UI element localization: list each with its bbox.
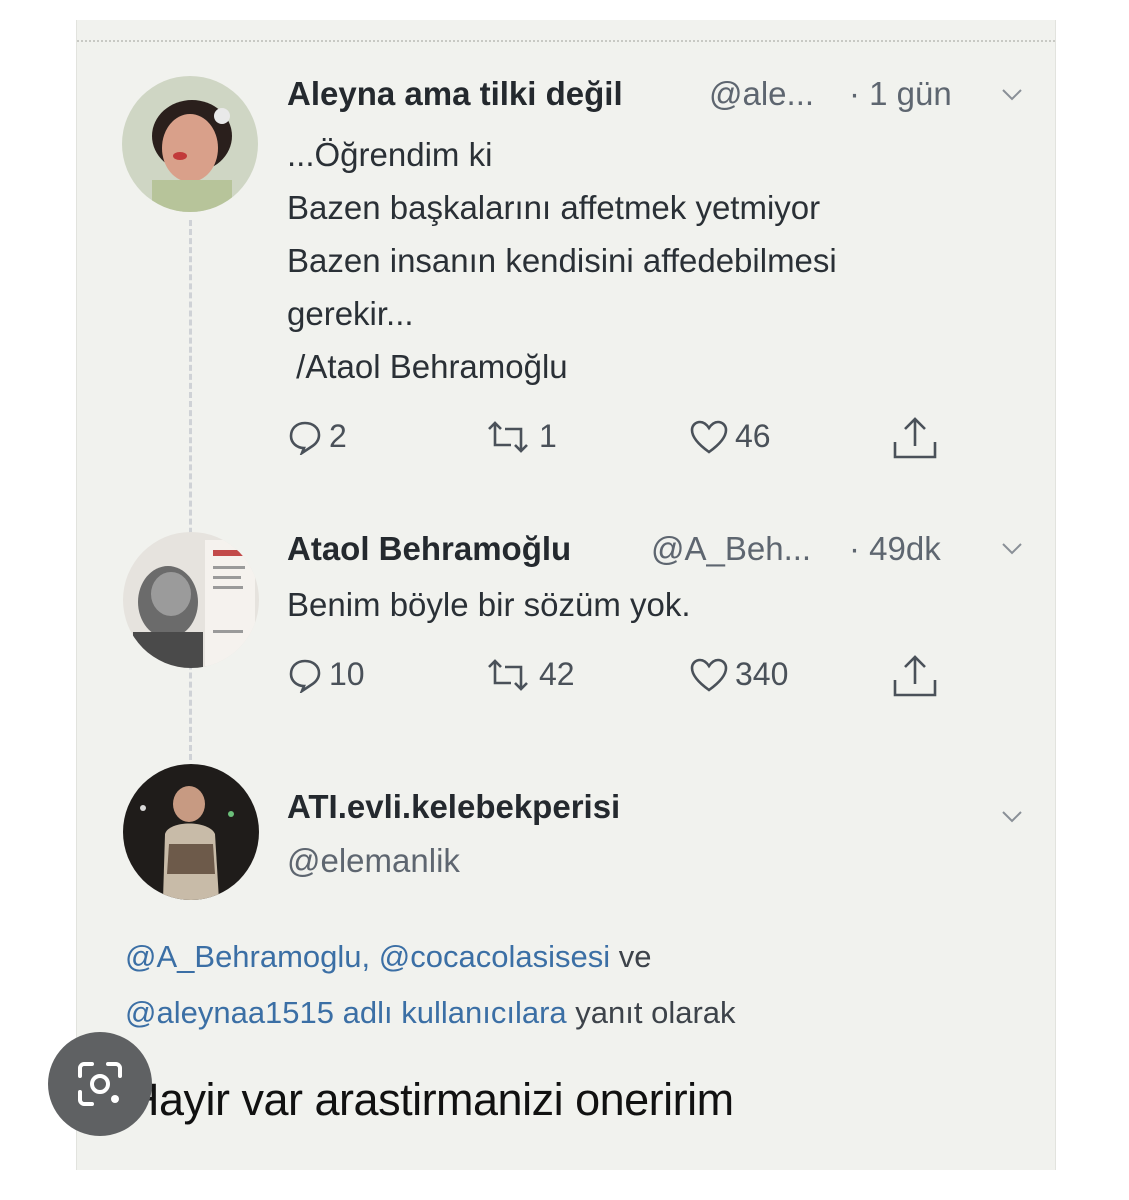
timestamp[interactable]: · 1 gün	[849, 75, 952, 113]
display-name[interactable]: Aleyna ama tilki değil	[287, 75, 623, 113]
retweet-icon	[488, 420, 528, 453]
share-icon[interactable]	[889, 654, 941, 700]
tweet-line: Bazen başkalarını affetmek yetmiyor	[287, 189, 821, 226]
divider	[77, 40, 1055, 42]
tweet-text: ...Öğrendim ki Bazen başkalarını affetmek…	[287, 128, 837, 393]
reply-tweet-text: Hayir var arastirmanizi oneririm	[127, 1074, 734, 1125]
retweet-button[interactable]: 1	[483, 418, 557, 455]
reply-button[interactable]: 2	[287, 418, 347, 455]
thread-connector	[189, 220, 192, 760]
share-icon[interactable]	[889, 416, 941, 462]
tweet-text: Benim böyle bir sözüm yok.	[287, 586, 691, 623]
retweet-count: 1	[539, 418, 557, 454]
handle[interactable]: @elemanlik	[287, 842, 460, 880]
chevron-down-icon[interactable]	[1001, 88, 1023, 102]
reply-count: 2	[329, 418, 347, 454]
avatar[interactable]	[123, 532, 259, 668]
chevron-down-icon[interactable]	[1001, 810, 1023, 824]
chevron-down-icon[interactable]	[1001, 542, 1023, 556]
retweet-button[interactable]: 42	[483, 656, 575, 693]
reply-button[interactable]: 10	[287, 656, 365, 693]
reply-context-text: yanıt olarak	[566, 995, 736, 1030]
reply-count: 10	[329, 656, 365, 692]
reply-bubble-icon	[289, 421, 321, 455]
tweet-screenshot-photo: Aleyna ama tilki değil @ale... · 1 gün .…	[76, 20, 1056, 1170]
retweet-count: 42	[539, 656, 575, 692]
reply-context-text: ve	[610, 939, 652, 974]
tweet-line: /Ataol Behramoğlu	[287, 348, 568, 385]
reply-context-line: @A_Behramoglu, @cocacolasisesi ve	[125, 928, 651, 986]
display-name[interactable]: ATI.evli.kelebekperisi	[287, 788, 620, 826]
timestamp[interactable]: · 49dk	[849, 530, 941, 568]
avatar[interactable]	[123, 764, 259, 900]
google-lens-button[interactable]	[48, 1032, 152, 1136]
retweet-icon	[488, 658, 528, 691]
tweet-line: gerekir...	[287, 295, 414, 332]
heart-icon	[690, 420, 728, 454]
like-button[interactable]: 340	[689, 656, 788, 693]
like-count: 46	[735, 418, 771, 454]
heart-icon	[690, 658, 728, 692]
display-name[interactable]: Ataol Behramoğlu	[287, 530, 571, 568]
google-lens-icon	[78, 1062, 122, 1106]
avatar[interactable]	[122, 76, 258, 212]
like-count: 340	[735, 656, 789, 692]
mention-links[interactable]: @aleynaa1515 adlı kullanıcılara	[125, 995, 567, 1030]
handle[interactable]: @A_Beh...	[651, 530, 811, 568]
mention-links[interactable]: @A_Behramoglu, @cocacolasisesi	[125, 939, 610, 974]
reply-context-line: @aleynaa1515 adlı kullanıcılara yanıt ol…	[125, 984, 736, 1042]
handle[interactable]: @ale...	[709, 75, 814, 113]
like-button[interactable]: 46	[689, 418, 771, 455]
tweet-line: ...Öğrendim ki	[287, 136, 493, 173]
reply-bubble-icon	[289, 659, 321, 693]
tweet-line: Bazen insanın kendisini affedebilmesi	[287, 242, 837, 279]
